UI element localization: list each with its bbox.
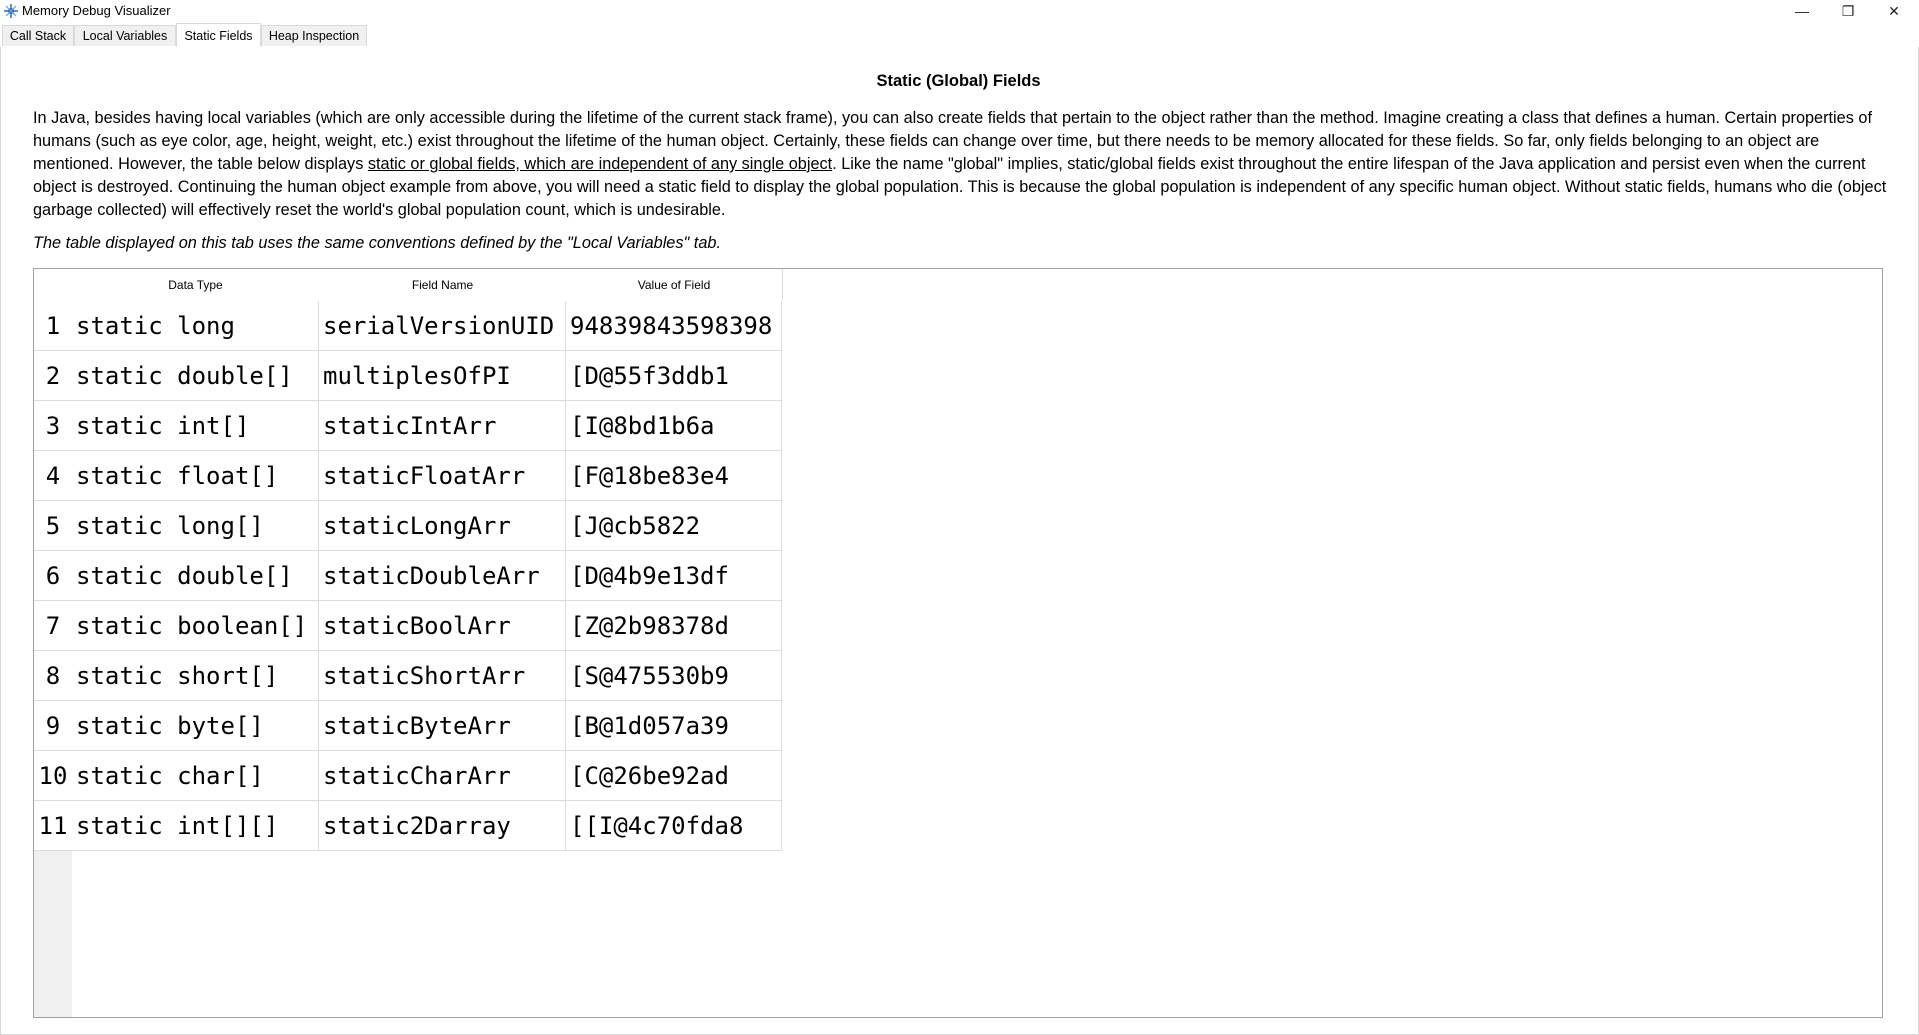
tab-heap-inspection[interactable]: Heap Inspection [261, 25, 367, 46]
data-type-cell[interactable]: static float[] [72, 451, 319, 501]
tab-static-fields[interactable]: Static Fields [176, 23, 261, 48]
table-note: The table displayed on this tab uses the… [33, 234, 721, 252]
data-type-cell[interactable]: static long[] [72, 501, 319, 551]
row-number: 7 [34, 601, 72, 651]
field-name-cell[interactable]: static2Darray [319, 801, 566, 851]
title-bar: Memory Debug Visualizer — ❐ ✕ [0, 0, 1919, 22]
row-number: 5 [34, 501, 72, 551]
field-value-cell[interactable]: [B@1d057a39 [566, 701, 782, 751]
field-value-cell[interactable]: [S@475530b9 [566, 651, 782, 701]
data-type-cell[interactable]: static boolean[] [72, 601, 319, 651]
data-type-cell[interactable]: static int[] [72, 401, 319, 451]
data-type-cell[interactable]: static short[] [72, 651, 319, 701]
static-fields-panel: Static (Global) Fields In Java, besides … [0, 47, 1919, 1035]
column-header-value[interactable]: Value of Field [566, 269, 783, 300]
field-name-cell[interactable]: staticLongArr [319, 501, 566, 551]
field-value-cell[interactable]: [D@4b9e13df [566, 551, 782, 601]
app-icon [4, 4, 18, 18]
data-type-cell[interactable]: static double[] [72, 351, 319, 401]
field-value-cell[interactable]: [F@18be83e4 [566, 451, 782, 501]
field-name-cell[interactable]: staticShortArr [319, 651, 566, 701]
field-value-cell[interactable]: [Z@2b98378d [566, 601, 782, 651]
page-title: Static (Global) Fields [876, 72, 1041, 90]
row-number: 1 [34, 301, 72, 351]
tab-local-variables[interactable]: Local Variables [74, 25, 176, 46]
column-header-data-type[interactable]: Data Type [72, 269, 320, 300]
field-value-cell[interactable]: [C@26be92ad [566, 751, 782, 801]
row-number: 10 [34, 751, 72, 801]
data-type-cell[interactable]: static long [72, 301, 319, 351]
restore-icon[interactable]: ❐ [1825, 0, 1871, 22]
data-type-cell[interactable]: static double[] [72, 551, 319, 601]
field-name-cell[interactable]: staticFloatArr [319, 451, 566, 501]
field-name-cell[interactable]: staticByteArr [319, 701, 566, 751]
field-value-cell[interactable]: [J@cb5822 [566, 501, 782, 551]
row-number: 4 [34, 451, 72, 501]
field-value-cell[interactable]: 94839843598398 [566, 301, 782, 351]
field-name-cell[interactable]: multiplesOfPI [319, 351, 566, 401]
static-fields-table[interactable]: Data Type Field Name Value of Field 1 st… [33, 268, 1883, 1018]
intro-paragraph: In Java, besides having local variables … [33, 107, 1888, 222]
row-number: 8 [34, 651, 72, 701]
window-title: Memory Debug Visualizer [22, 3, 171, 18]
data-type-cell[interactable]: static byte[] [72, 701, 319, 751]
row-number: 9 [34, 701, 72, 751]
field-name-cell[interactable]: staticIntArr [319, 401, 566, 451]
row-number: 6 [34, 551, 72, 601]
tab-call-stack[interactable]: Call Stack [2, 25, 74, 46]
row-number: 2 [34, 351, 72, 401]
data-type-cell[interactable]: static char[] [72, 751, 319, 801]
data-type-cell[interactable]: static int[][] [72, 801, 319, 851]
field-name-cell[interactable]: serialVersionUID [319, 301, 566, 351]
field-value-cell[interactable]: [D@55f3ddb1 [566, 351, 782, 401]
row-number: 3 [34, 401, 72, 451]
field-name-cell[interactable]: staticDoubleArr [319, 551, 566, 601]
close-icon[interactable]: ✕ [1871, 0, 1917, 22]
field-name-cell[interactable]: staticCharArr [319, 751, 566, 801]
field-value-cell[interactable]: [I@8bd1b6a [566, 401, 782, 451]
tab-bar: Call Stack Local Variables Static Fields… [0, 23, 1919, 48]
field-value-cell[interactable]: [[I@4c70fda8 [566, 801, 782, 851]
minimize-icon[interactable]: — [1779, 0, 1825, 22]
column-header-field-name[interactable]: Field Name [319, 269, 567, 300]
row-number: 11 [34, 801, 72, 851]
intro-underlined-text: static or global fields, which are indep… [367, 155, 833, 173]
field-name-cell[interactable]: staticBoolArr [319, 601, 566, 651]
